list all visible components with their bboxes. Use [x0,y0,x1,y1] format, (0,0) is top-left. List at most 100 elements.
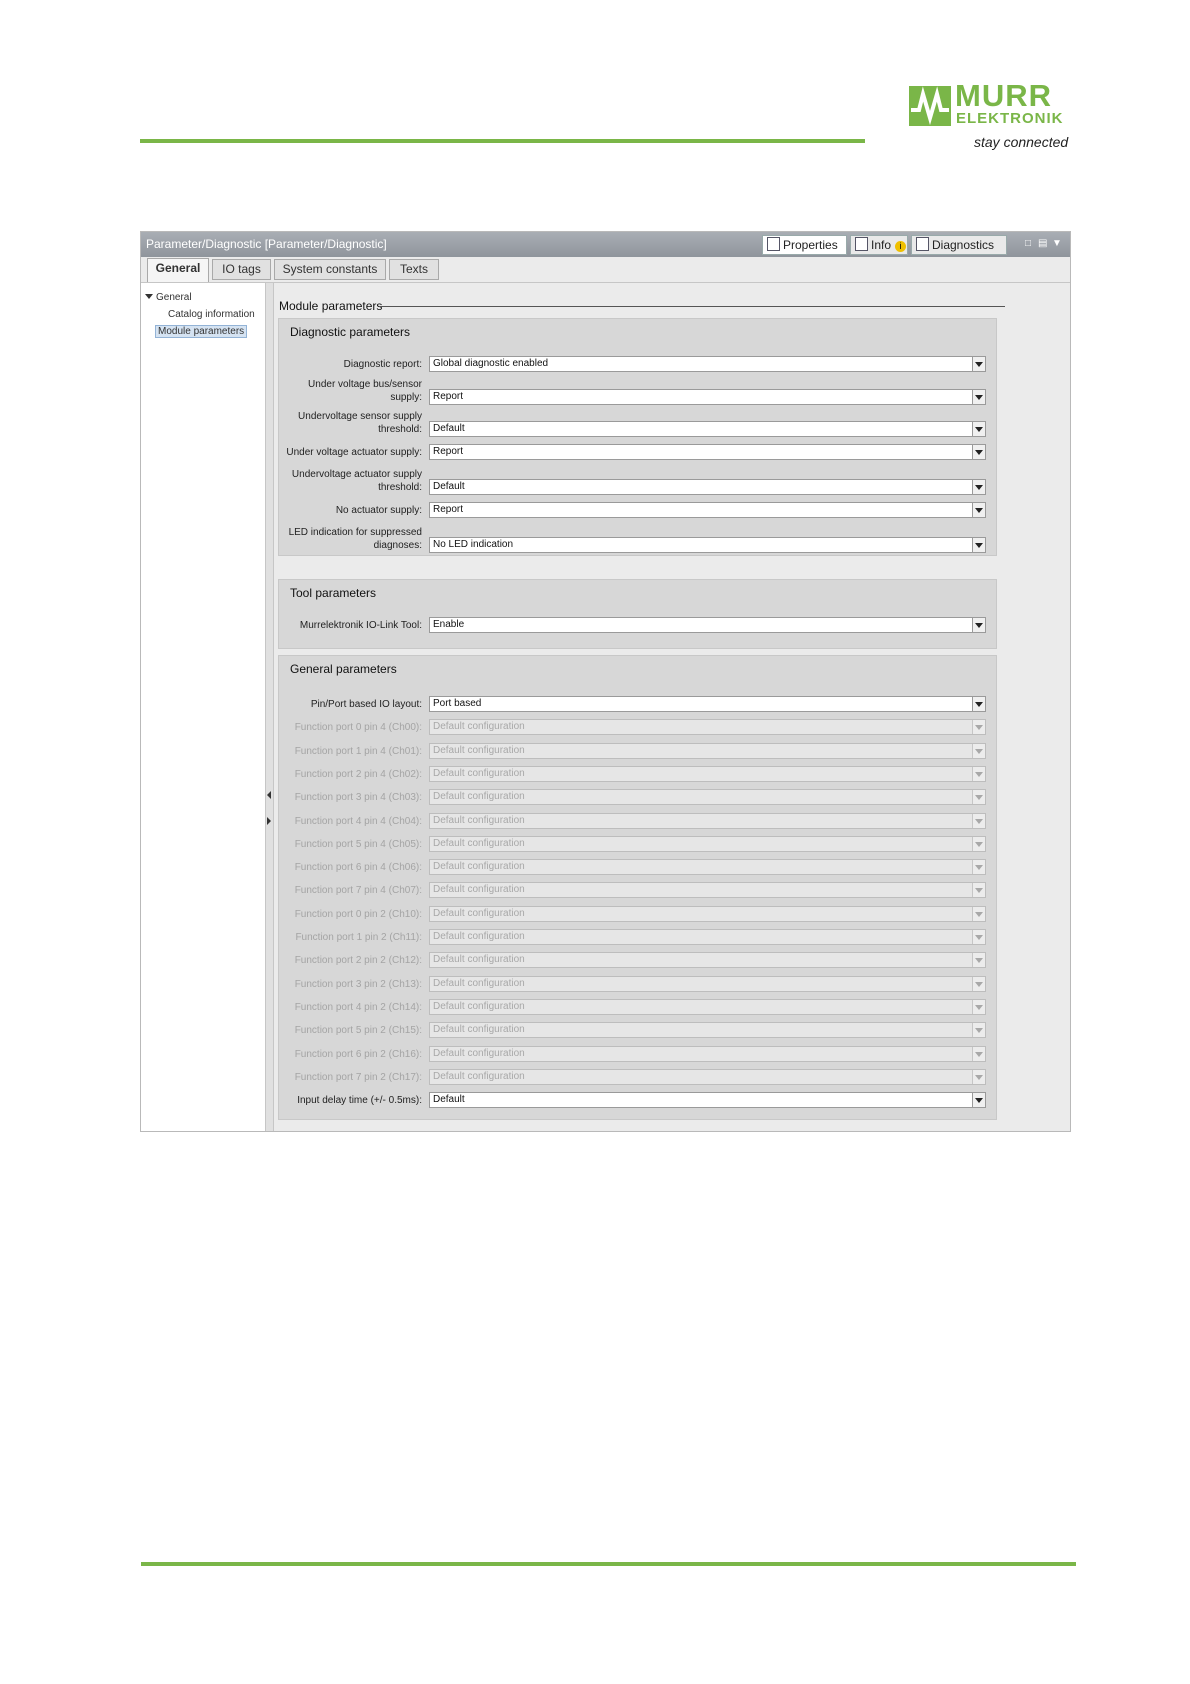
chevron-down-icon[interactable] [972,618,985,632]
chevron-down-icon [972,1023,985,1038]
info-icon [855,237,868,251]
general-param-select: Default configuration [429,835,986,852]
param-label: Function port 7 pin 2 (Ch17): [294,1071,422,1083]
param-label: Function port 2 pin 2 (Ch12): [294,955,422,967]
undervoltage-actuator-select[interactable]: Report [429,444,986,460]
logo-brand-subname: ELEKTRONIK [956,110,1064,127]
chevron-down-icon [972,906,985,921]
chevron-down-icon[interactable] [972,357,985,371]
section-rule [379,306,1005,307]
general-param-select: Default configuration [429,882,986,899]
param-label: Function port 6 pin 2 (Ch16): [294,1048,422,1060]
chevron-down-icon [972,930,985,944]
general-parameters-panel: General parameters Pin/Port based IO lay… [278,655,997,1120]
param-label: No actuator supply: [335,505,422,516]
chevron-down-icon[interactable] [972,697,985,711]
chevron-down-icon[interactable] [972,503,985,517]
properties-window: Parameter/Diagnostic [Parameter/Diagnost… [140,231,1071,1132]
param-label: Function port 2 pin 4 (Ch02): [294,768,422,780]
chevron-down-icon [972,790,985,805]
param-label: Function port 7 pin 4 (Ch07): [294,885,422,897]
layout-icon[interactable]: ▤ [1038,238,1047,249]
tree-item-general[interactable]: General [145,292,192,303]
tab-io-tags[interactable]: IO tags [212,259,271,280]
expand-triangle-icon[interactable] [145,294,153,299]
general-param-select[interactable]: Default [429,1092,986,1109]
chevron-down-icon[interactable]: ▼ [1052,238,1062,249]
param-label: Function port 1 pin 2 (Ch11): [295,932,422,943]
restore-icon[interactable]: □ [1025,238,1031,249]
expand-right-icon[interactable] [267,817,271,825]
panel-splitter[interactable] [266,283,274,1131]
footer-rule [141,1562,1076,1566]
general-param-select: Default configuration [429,742,986,759]
info-badge-icon: i [895,241,907,252]
tool-parameters-panel: Tool parameters Murrelektronik IO-Link T… [278,579,997,649]
tab-info[interactable]: Info i [850,235,908,255]
chevron-down-icon [972,1069,985,1084]
diagnostics-icon [916,237,929,251]
io-link-tool-select[interactable]: Enable [429,617,986,633]
panel-title: General parameters [290,662,397,676]
general-param-select: Default configuration [429,859,986,876]
general-param-select: Default configuration [429,905,986,922]
panel-title: Tool parameters [290,586,377,600]
tree-item-catalog-information[interactable]: Catalog information [168,309,255,320]
undervoltage-bus-sensor-select[interactable]: Report [429,389,986,405]
chevron-down-icon [972,953,985,968]
param-label: Function port 3 pin 2 (Ch13): [294,978,422,990]
tree-item-module-parameters[interactable]: Module parameters [155,325,248,338]
param-label: Under voltage actuator supply: [286,447,422,458]
chevron-down-icon [972,813,985,828]
no-actuator-supply-select[interactable]: Report [429,502,986,518]
diagnostic-report-select[interactable]: Global diagnostic enabled [429,356,986,372]
chevron-down-icon[interactable] [972,480,985,494]
chevron-down-icon[interactable] [972,390,985,404]
param-label: Function port 0 pin 4 (Ch00): [294,722,422,734]
chevron-down-icon[interactable] [972,538,985,552]
general-param-select: Default configuration [429,812,986,829]
param-label: Undervoltage sensor supply threshold: [298,411,422,435]
param-label: Function port 3 pin 4 (Ch03): [294,792,422,804]
tab-texts[interactable]: Texts [389,259,439,280]
chevron-down-icon[interactable] [972,1093,985,1108]
collapse-left-icon[interactable] [267,791,271,799]
logo-slogan: stay connected [974,134,1069,150]
editor-tabs: General IO tags System constants Texts [141,257,1070,283]
general-param-select: Default configuration [429,1045,986,1062]
general-param-select[interactable]: Port based [429,696,986,712]
param-label: Function port 5 pin 4 (Ch05): [294,838,422,850]
general-param-select: Default configuration [429,789,986,806]
general-param-select: Default configuration [429,1068,986,1085]
general-param-select: Default configuration [429,765,986,782]
chevron-down-icon[interactable] [972,445,985,459]
chevron-down-icon [972,1046,985,1061]
tab-diagnostics[interactable]: Diagnostics [911,235,1007,255]
param-label: LED indication for suppressed diagnoses: [288,527,422,551]
tab-system-constants[interactable]: System constants [274,259,386,280]
undervoltage-sensor-threshold-select[interactable]: Default [429,421,986,437]
logo-brand-name: MURR [955,78,1052,113]
module-parameters-area: Module parameters Diagnostic parameters … [274,283,1070,1131]
led-indication-select[interactable]: No LED indication [429,537,986,553]
header-rule [140,139,865,143]
navigation-tree: General Catalog information Module param… [141,283,266,1131]
tab-properties[interactable]: Properties [762,235,847,255]
window-title: Parameter/Diagnostic [Parameter/Diagnost… [146,237,387,251]
param-label: Function port 1 pin 4 (Ch01): [294,745,422,757]
param-label: Function port 6 pin 4 (Ch06): [294,862,422,874]
diagnostic-parameters-panel: Diagnostic parameters Diagnostic report:… [278,318,997,556]
undervoltage-actuator-threshold-select[interactable]: Default [429,479,986,495]
chevron-down-icon[interactable] [972,422,985,436]
chevron-down-icon [972,766,985,781]
section-title: Module parameters [279,299,383,313]
param-label: Function port 4 pin 4 (Ch04): [294,815,422,827]
general-param-select: Default configuration [429,952,986,969]
param-label: Murrelektronik IO-Link Tool: [299,620,422,631]
param-label: Undervoltage actuator supply threshold: [291,469,422,493]
param-label: Function port 5 pin 2 (Ch15): [294,1025,422,1037]
param-label: Diagnostic report: [343,359,422,370]
panel-title: Diagnostic parameters [290,325,411,339]
tab-general[interactable]: General [147,258,209,282]
chevron-down-icon [972,999,985,1014]
